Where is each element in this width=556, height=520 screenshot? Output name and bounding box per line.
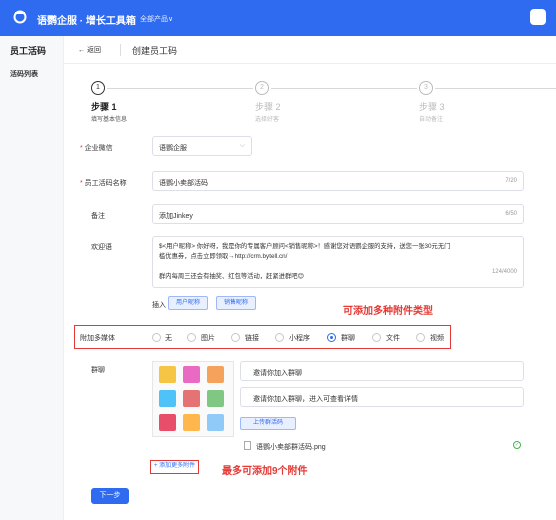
radio-none-label: 无: [165, 335, 172, 342]
app-icon[interactable]: [530, 9, 546, 25]
radio-image-label: 图片: [201, 335, 215, 342]
remark-label: 备注: [91, 213, 105, 220]
avatar-tile: [159, 366, 176, 383]
step-3-name: 步骤 3: [419, 102, 445, 112]
group-desc-input[interactable]: 邀请你加入群聊，进入可查看详情: [240, 387, 524, 407]
step-1-desc: 填写基本信息: [91, 117, 128, 123]
radio-link-label: 链接: [245, 335, 259, 342]
remark-counter: 6/50: [505, 211, 517, 217]
annotation-max-attachments: 最多可添加9个附件: [222, 466, 308, 477]
radio-group-chat-label: 群聊: [341, 335, 355, 342]
group-qr-image: [152, 361, 234, 437]
page-title: 创建员工码: [132, 46, 178, 56]
radio-miniprogram-label: 小程序: [289, 335, 310, 342]
uploaded-file-name[interactable]: 语鹦小卖部群活码.png: [256, 442, 326, 452]
step-3-desc: 自动备注: [419, 117, 444, 123]
avatar-tile: [183, 366, 200, 383]
avatar-tile: [207, 390, 224, 407]
group-title-input[interactable]: 邀请你加入群聊: [240, 361, 524, 381]
avatar-tile: [159, 390, 176, 407]
remark-input[interactable]: 添加Jinkey 6/50: [152, 204, 524, 224]
avatar-tile: [207, 366, 224, 383]
radio-video-label: 视频: [430, 335, 444, 342]
step-2-desc: 选择好客: [255, 117, 280, 123]
code-name-input[interactable]: 语鹦小卖部活码 7/20: [152, 171, 524, 191]
step-1-circle: 1: [91, 81, 105, 95]
top-bar: 语鹦企服 · 增长工具箱 全部产品∨: [0, 0, 556, 36]
radio-group-chat[interactable]: [327, 333, 336, 342]
step-2-name: 步骤 2: [255, 102, 281, 112]
back-button[interactable]: ← 返回: [78, 45, 101, 55]
brand-logo-icon: [13, 10, 27, 24]
wechat-label: * 企业微信: [80, 145, 113, 152]
avatar-tile: [183, 414, 200, 431]
step-connector: [435, 88, 556, 89]
all-products-menu[interactable]: 全部产品∨: [140, 14, 173, 24]
step-connector: [107, 88, 253, 89]
avatar-tile: [159, 414, 176, 431]
code-name-label: * 员工活码名称: [80, 180, 127, 187]
group-label: 群聊: [91, 367, 105, 374]
file-icon: [244, 441, 251, 450]
radio-file[interactable]: [372, 333, 381, 342]
brand-name[interactable]: 语鹦企服 · 增长工具箱: [37, 12, 136, 27]
sidebar: 员工活码 活码列表: [0, 36, 64, 520]
avatar-tile: [183, 390, 200, 407]
sidebar-title: 员工活码: [10, 46, 47, 56]
welcome-textarea[interactable]: $<用户昵称> 你好呀，我是你的专属客户顾问<销售昵称>！感谢您对语鹦企服的支持…: [152, 236, 524, 288]
media-label: 附加多媒体: [80, 335, 115, 342]
insert-user-nick-button[interactable]: 用户昵称: [168, 296, 208, 310]
wechat-select[interactable]: 语鹦企服 ⌵: [152, 136, 252, 156]
divider: [120, 44, 121, 56]
page-header: ← 返回 创建员工码: [64, 36, 556, 64]
insert-sales-nick-button[interactable]: 销售昵称: [216, 296, 256, 310]
welcome-counter: 124/4000: [491, 269, 517, 275]
radio-link[interactable]: [231, 333, 240, 342]
step-connector: [271, 88, 417, 89]
annotation-media-types: 可添加多种附件类型: [343, 306, 433, 317]
radio-file-label: 文件: [386, 335, 400, 342]
next-step-button[interactable]: 下一步: [91, 488, 129, 504]
check-icon: ✓: [513, 441, 521, 449]
code-name-counter: 7/20: [505, 178, 517, 184]
welcome-label: 欢迎语: [91, 244, 112, 251]
chevron-down-icon: ⌵: [239, 142, 245, 149]
radio-image[interactable]: [187, 333, 196, 342]
step-1-name: 步骤 1: [91, 102, 117, 112]
sidebar-item-code-list[interactable]: 活码列表: [10, 69, 38, 79]
step-2-circle: 2: [255, 81, 269, 95]
add-more-attachments-button[interactable]: + 添加更多附件: [150, 460, 200, 474]
radio-miniprogram[interactable]: [275, 333, 284, 342]
radio-none[interactable]: [152, 333, 161, 342]
upload-group-code-button[interactable]: 上传群活码: [240, 417, 296, 430]
insert-label: 插入: [152, 302, 166, 309]
radio-video[interactable]: [416, 333, 425, 342]
avatar-tile: [207, 414, 224, 431]
step-3-circle: 3: [419, 81, 433, 95]
